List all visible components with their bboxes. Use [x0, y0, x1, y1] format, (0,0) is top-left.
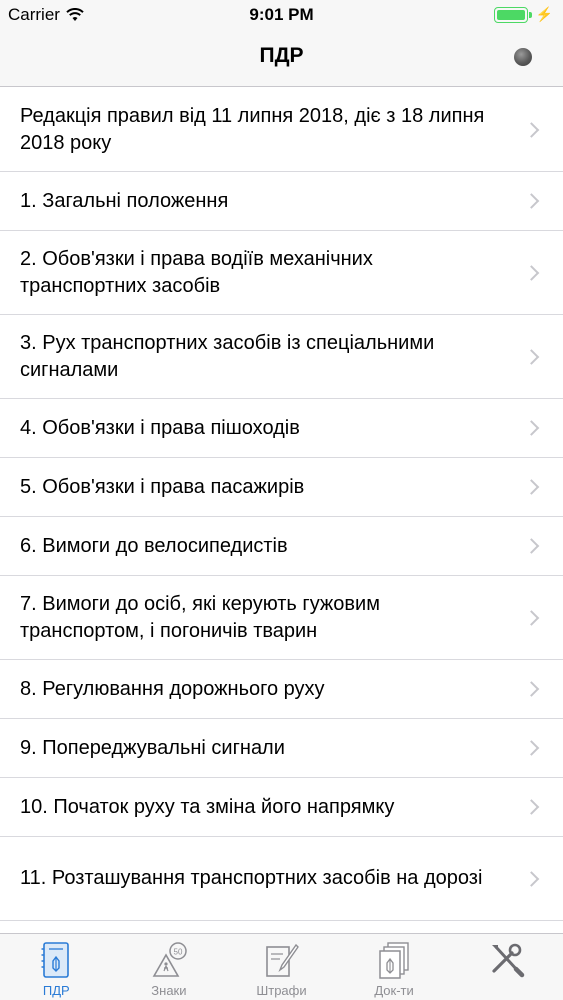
list-item-section-11[interactable]: 11. Розташування транспортних засобів на…	[0, 837, 563, 921]
tab-bar: ПДР 50 Знаки Штрафи Док-ти	[0, 933, 563, 1000]
tab-label: ПДР	[42, 983, 70, 998]
list-item-label: 6. Вимоги до велосипедистів	[20, 534, 288, 557]
list-item-edition[interactable]: Редакція правил від 11 липня 2018, діє з…	[0, 88, 563, 172]
list-item-label: 2. Обов'язки і права водіїв механічних т…	[20, 247, 373, 297]
list-item-label: 5. Обов'язки і права пасажирів	[20, 475, 305, 498]
battery-icon	[493, 6, 528, 23]
list-item-section-5[interactable]: 5. Обов'язки і права пасажирів	[0, 458, 563, 517]
clock: 9:01 PM	[249, 5, 314, 24]
chevron-right-icon	[523, 479, 540, 495]
list-item-label: 1. Загальні положення	[20, 189, 229, 212]
fine-document-icon	[261, 940, 301, 980]
chevron-right-icon	[523, 609, 540, 626]
navigation-bar: ПДР	[0, 30, 563, 87]
list-item-label: Редакція правил від 11 липня 2018, діє з…	[20, 104, 485, 154]
list-item-label: 9. Попереджувальні сигнали	[20, 736, 285, 759]
list-item-section-1[interactable]: 1. Загальні положення	[0, 172, 563, 231]
tab-label: Знаки	[151, 983, 187, 998]
list-item-label: 4. Обов'язки і права пішоходів	[20, 416, 300, 439]
chevron-right-icon	[523, 121, 540, 138]
battery-status: ⚡	[493, 6, 553, 23]
chevron-right-icon	[523, 264, 540, 281]
list-item-label: 3. Рух транспортних засобів із спеціальн…	[20, 331, 435, 381]
chevron-right-icon	[523, 348, 540, 365]
rules-list: Редакція правил від 11 липня 2018, діє з…	[0, 88, 563, 933]
tab-signs[interactable]: 50 Знаки	[113, 934, 226, 1000]
tab-pdr[interactable]: ПДР	[0, 934, 113, 1000]
chevron-right-icon	[523, 799, 540, 815]
list-item-label: 7. Вимоги до осіб, які керують гужовим т…	[20, 592, 380, 642]
rulebook-icon	[36, 940, 76, 980]
tab-documents[interactable]: Док-ти	[338, 934, 451, 1000]
status-dot-button[interactable]	[514, 48, 532, 66]
page-title: ПДР	[259, 44, 304, 67]
list-item-section-6[interactable]: 6. Вимоги до велосипедистів	[0, 517, 563, 576]
list-item-section-8[interactable]: 8. Регулювання дорожнього руху	[0, 660, 563, 719]
status-bar: Carrier 9:01 PM ⚡	[0, 0, 563, 30]
svg-text:50: 50	[173, 948, 182, 957]
list-item-label: 10. Початок руху та зміна його напрямку	[20, 795, 395, 818]
tab-tools[interactable]	[450, 934, 563, 1000]
charging-icon: ⚡	[535, 6, 553, 22]
list-item-label: 8. Регулювання дорожнього руху	[20, 677, 325, 700]
list-item-section-9[interactable]: 9. Попереджувальні сигнали	[0, 719, 563, 778]
road-sign-icon: 50	[149, 940, 189, 980]
list-item-section-2[interactable]: 2. Обов'язки і права водіїв механічних т…	[0, 231, 563, 315]
documents-icon	[374, 940, 414, 980]
chevron-right-icon	[523, 538, 540, 554]
tab-label: Штрафи	[256, 983, 307, 998]
chevron-right-icon	[523, 740, 540, 756]
list-item-section-10[interactable]: 10. Початок руху та зміна його напрямку	[0, 778, 563, 837]
list-item-section-4[interactable]: 4. Обов'язки і права пішоходів	[0, 399, 563, 458]
chevron-right-icon	[523, 420, 540, 436]
tools-icon	[487, 940, 527, 980]
tab-label: Док-ти	[374, 983, 414, 998]
list-item-label: 11. Розташування транспортних засобів на…	[20, 867, 483, 889]
chevron-right-icon	[523, 870, 540, 887]
list-item-section-3[interactable]: 3. Рух транспортних засобів із спеціальн…	[0, 315, 563, 399]
chevron-right-icon	[523, 193, 540, 209]
chevron-right-icon	[523, 681, 540, 697]
list-item-section-7[interactable]: 7. Вимоги до осіб, які керують гужовим т…	[0, 576, 563, 660]
tab-fines[interactable]: Штрафи	[225, 934, 338, 1000]
